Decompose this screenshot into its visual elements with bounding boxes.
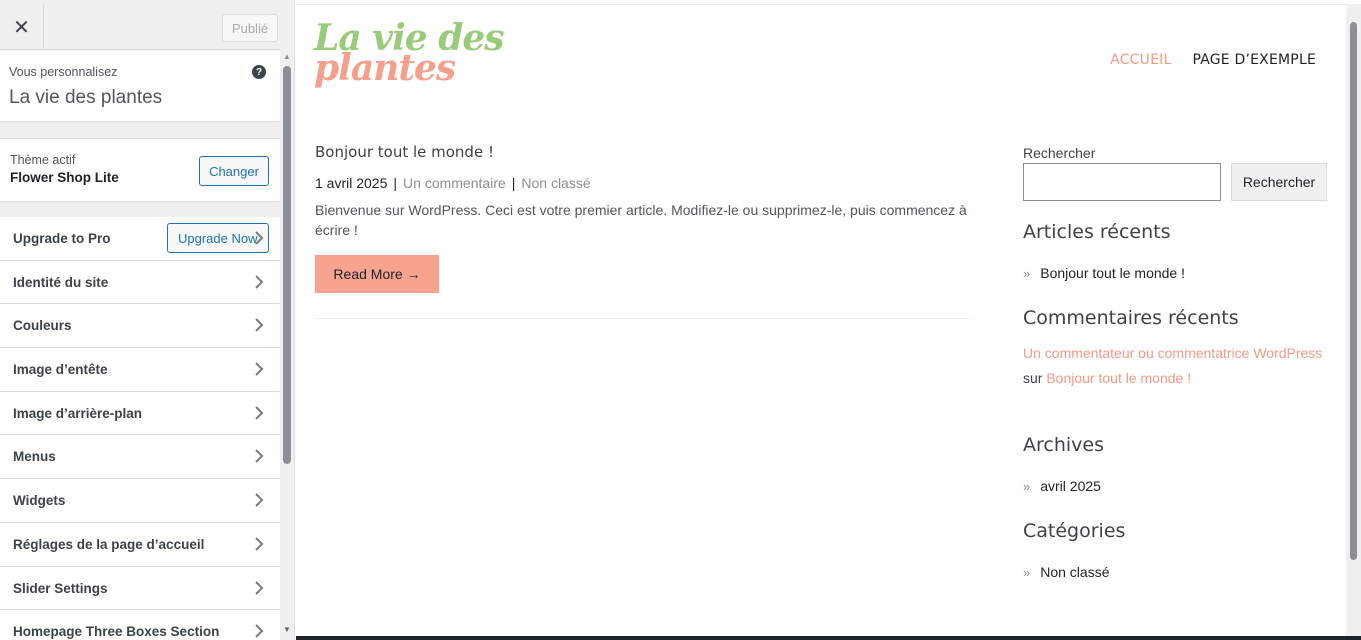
categories-title: Catégories <box>1023 520 1126 542</box>
archives-title: Archives <box>1023 434 1104 456</box>
section-label: Menus <box>13 449 56 465</box>
post-article: Bonjour tout le monde ! 1 avril 2025 | Un … <box>315 143 972 319</box>
search-label: Rechercher <box>1023 145 1096 161</box>
customizing-label: Vous personnalisez <box>9 65 118 79</box>
section-label: Slider Settings <box>13 580 108 596</box>
read-more-button[interactable]: Read More → <box>315 255 439 293</box>
section-homepage-three-boxes[interactable]: Homepage Three Boxes Section <box>0 610 280 640</box>
section-image-entete[interactable]: Image d’entête <box>0 348 280 392</box>
section-label: Widgets <box>13 493 66 509</box>
section-slider-settings[interactable]: Slider Settings <box>0 566 280 611</box>
active-theme-label: Thème actif <box>10 153 76 167</box>
chevron-right-icon <box>255 406 264 420</box>
chevron-right-icon <box>255 274 264 289</box>
section-reglages-page-accueil[interactable]: Réglages de la page d’accueil <box>0 522 280 567</box>
chevron-right-icon <box>255 231 264 245</box>
customizer-sidebar: ✕ Publié Vous personnalisez La vie des p… <box>0 0 295 640</box>
post-date[interactable]: 1 avril 2025 <box>315 175 387 191</box>
recent-post-link[interactable]: Bonjour tout le monde ! <box>1040 265 1185 281</box>
search-button[interactable]: Rechercher <box>1231 163 1327 201</box>
active-theme-name: Flower Shop Lite <box>10 170 119 185</box>
sidebar-widgets: Rechercher Rechercher Articles récents »… <box>1023 145 1328 580</box>
category-link[interactable]: Non classé <box>1040 564 1109 580</box>
chevron-right-icon <box>255 537 264 551</box>
chevron-right-icon <box>255 449 264 464</box>
section-label: Upgrade to Pro <box>13 231 111 246</box>
bullet-icon: » <box>1023 564 1031 580</box>
site-logo[interactable]: La vie des plantes <box>314 20 505 86</box>
site-preview: La vie des plantes ACCUEIL PAGE D’EXEMPL… <box>296 4 1346 637</box>
recent-comment: Un commentateur ou commentatrice WordPre… <box>1023 341 1328 391</box>
sidebar-scrollbar[interactable]: ▲ ▼ <box>280 52 294 640</box>
section-couleurs[interactable]: Couleurs <box>0 304 280 349</box>
primary-nav: ACCUEIL PAGE D’EXEMPLE <box>1110 52 1316 68</box>
comment-post-link[interactable]: Bonjour tout le monde ! <box>1046 370 1191 386</box>
chevron-right-icon <box>255 493 264 507</box>
close-icon[interactable]: ✕ <box>0 4 44 50</box>
help-icon[interactable]: ? <box>252 65 266 79</box>
customizer-header: ✕ Publié <box>0 4 280 50</box>
nav-item-page-exemple[interactable]: PAGE D’EXEMPLE <box>1192 52 1316 68</box>
list-item: » Bonjour tout le monde ! <box>1023 265 1328 281</box>
list-item: » Non classé <box>1023 564 1328 580</box>
section-identite-du-site[interactable]: Identité du site <box>0 260 280 305</box>
chevron-right-icon <box>255 624 264 638</box>
customizer-sections: Upgrade to Pro Upgrade Now Identité du s… <box>0 217 280 640</box>
recent-posts-title: Articles récents <box>1023 221 1171 243</box>
upgrade-now-label: Upgrade Now <box>178 230 258 246</box>
recent-comments-title: Commentaires récents <box>1023 307 1239 329</box>
search-input[interactable] <box>1023 163 1221 201</box>
section-menus[interactable]: Menus <box>0 435 280 480</box>
section-widgets[interactable]: Widgets <box>0 479 280 523</box>
section-label: Image d’arrière-plan <box>13 405 143 421</box>
section-label: Homepage Three Boxes Section <box>13 624 220 640</box>
post-excerpt: Bienvenue sur WordPress. Ceci est votre … <box>315 202 967 238</box>
section-label: Identité du site <box>13 274 109 290</box>
section-label: Couleurs <box>13 318 72 334</box>
search-form: Rechercher <box>1023 163 1328 201</box>
preview-scrollbar-thumb[interactable] <box>1350 22 1357 560</box>
change-theme-button[interactable]: Changer <box>199 156 269 186</box>
customizing-info: Vous personnalisez La vie des plantes ? <box>0 51 280 122</box>
chevron-right-icon <box>255 362 264 376</box>
section-upgrade-to-pro[interactable]: Upgrade to Pro Upgrade Now <box>0 217 280 261</box>
archive-link[interactable]: avril 2025 <box>1040 478 1101 494</box>
scroll-up-arrow-icon[interactable]: ▲ <box>283 52 291 61</box>
scroll-down-arrow-icon[interactable]: ▼ <box>283 625 291 634</box>
bullet-icon: » <box>1023 265 1031 281</box>
preview-bottom-bar <box>296 636 1361 640</box>
publish-button[interactable]: Publié <box>222 14 278 42</box>
section-label: Image d’entête <box>13 362 108 378</box>
preview-scrollbar[interactable] <box>1346 4 1361 636</box>
post-divider <box>315 318 972 319</box>
comment-author-link[interactable]: Un commentateur ou commentatrice WordPre… <box>1023 345 1322 361</box>
chevron-right-icon <box>255 318 264 333</box>
chevron-right-icon <box>255 580 264 595</box>
meta-separator: | <box>393 175 398 191</box>
section-image-arriere-plan[interactable]: Image d’arrière-plan <box>0 391 280 436</box>
nav-item-accueil[interactable]: ACCUEIL <box>1110 52 1171 68</box>
sidebar-scrollbar-thumb[interactable] <box>283 66 291 464</box>
post-category-link[interactable]: Non classé <box>521 175 590 191</box>
comment-on-text: sur <box>1023 370 1043 386</box>
post-meta: 1 avril 2025 | Un commentaire | Non classé <box>315 175 972 191</box>
customizing-site-name: La vie des plantes <box>9 87 163 108</box>
meta-separator: | <box>511 175 516 191</box>
active-theme-panel: Thème actif Flower Shop Lite Changer <box>0 138 280 202</box>
list-item: » avril 2025 <box>1023 478 1328 494</box>
post-title[interactable]: Bonjour tout le monde ! <box>315 143 972 161</box>
section-label: Réglages de la page d’accueil <box>13 536 205 552</box>
bullet-icon: » <box>1023 478 1031 494</box>
post-comments-link[interactable]: Un commentaire <box>403 175 506 191</box>
